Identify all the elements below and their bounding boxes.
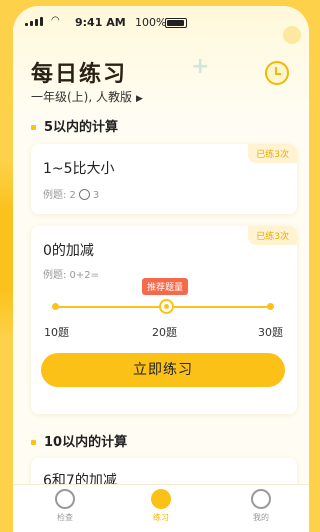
- tick-label[interactable]: 30题: [258, 324, 283, 340]
- tab-label: 练习: [153, 513, 169, 522]
- status-time: 9:41 AM: [75, 16, 126, 29]
- target-icon: [55, 489, 75, 509]
- section-marker: [31, 125, 36, 130]
- smiley-icon: [251, 489, 271, 509]
- card-example: 例题: 2 3: [43, 186, 99, 201]
- recommend-badge: 推荐题量: [142, 278, 189, 295]
- clock-icon[interactable]: [265, 61, 289, 85]
- exercise-card[interactable]: 已练3次 1~5比大小 例题: 2 3: [31, 144, 297, 214]
- tab-bar: 检查 练习 我的: [13, 484, 309, 532]
- circle-icon: [78, 189, 90, 200]
- card-title: 0的加减: [43, 243, 94, 259]
- tab-practice[interactable]: 练习: [131, 489, 191, 523]
- page-title: 每日练习: [31, 62, 128, 87]
- card-example: 例题: 0+2=: [43, 270, 100, 281]
- section-title-text: 10以内的计算: [44, 435, 128, 450]
- battery-icon: [165, 18, 187, 28]
- decor-plus-icon: +: [191, 54, 210, 79]
- phone-screen: + ◠ 9:41 AM 100% 每日练习 一年级(上), 人教版 ▶ 5以内的计…: [13, 6, 309, 532]
- tab-label: 我的: [253, 513, 269, 522]
- quantity-slider-thumb[interactable]: [159, 299, 174, 314]
- signal-icon: [25, 17, 43, 26]
- tick-label[interactable]: 20题: [152, 324, 177, 340]
- pencil-icon: [151, 489, 171, 509]
- section-title-text: 5以内的计算: [44, 120, 119, 135]
- grade-selector[interactable]: 一年级(上), 人教版 ▶: [31, 88, 143, 105]
- wifi-icon: ◠: [51, 15, 60, 26]
- start-practice-button[interactable]: 立即练习: [41, 353, 285, 387]
- tick-label[interactable]: 10题: [44, 324, 69, 340]
- example-prefix: 例题: 2: [43, 190, 76, 201]
- status-bar: ◠ 9:41 AM 100%: [13, 14, 309, 32]
- practice-count-badge: 已练3次: [248, 144, 297, 163]
- slider-stop[interactable]: [52, 303, 59, 310]
- tab-label: 检查: [57, 513, 73, 522]
- section-title: 10以内的计算: [31, 431, 127, 450]
- slider-stop[interactable]: [267, 303, 274, 310]
- battery-percent: 100%: [135, 16, 167, 29]
- triangle-right-icon: ▶: [136, 94, 143, 104]
- example-suffix: 3: [92, 190, 100, 201]
- card-title: 1~5比大小: [43, 161, 115, 177]
- exercise-card[interactable]: 已练3次 0的加减 例题: 0+2= 推荐题量 10题 20题 30题 立即练习: [31, 226, 297, 414]
- section-title: 5以内的计算: [31, 116, 118, 135]
- section-marker: [31, 440, 36, 445]
- tab-me[interactable]: 我的: [231, 489, 291, 523]
- practice-count-badge: 已练3次: [248, 226, 297, 245]
- tab-check[interactable]: 检查: [35, 489, 95, 523]
- grade-label: 一年级(上), 人教版: [31, 90, 132, 104]
